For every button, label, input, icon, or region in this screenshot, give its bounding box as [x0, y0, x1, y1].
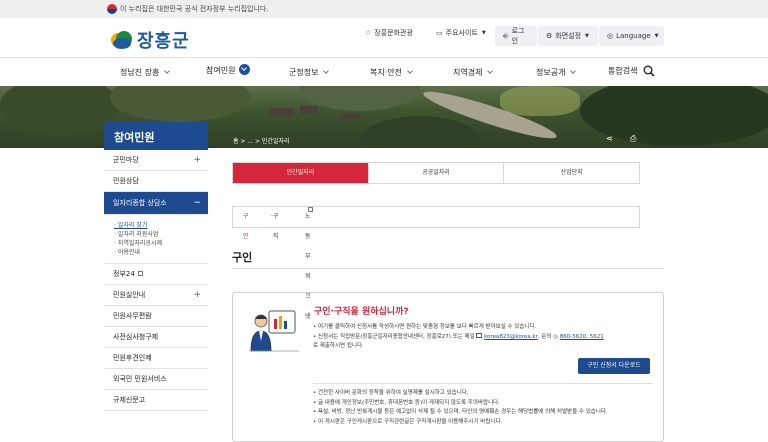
chevron-down-icon — [164, 68, 171, 74]
culture-tour-link[interactable]: ☆ 장흥문화관광 — [365, 28, 413, 38]
divider — [313, 383, 653, 384]
taegukgi-flag-icon — [107, 4, 117, 14]
language-label: Language — [616, 32, 651, 40]
screen-settings-label: 화면설정 — [555, 32, 582, 40]
minus-icon: − — [193, 198, 201, 208]
submenu-item[interactable]: · 지역일자리공시제 — [114, 239, 208, 248]
globe-icon: ◎ — [607, 32, 614, 40]
breadcrumb: 홈 > ... > 민간일자리 — [233, 138, 290, 145]
gov-notice-text: 이 누리집은 대한민국 공식 전자정부 누리집입니다. — [120, 5, 269, 13]
submenu-item-active[interactable]: · 일자리 찾기 — [114, 221, 208, 230]
sidebar-item[interactable]: 외국민 민원서비스 — [104, 369, 208, 390]
notes-list: • 건전한 사이버 문화의 정착을 위하여 실명제를 실시하고 있습니다. • … — [313, 389, 653, 427]
sidebar-item[interactable]: 민원실안내 + — [104, 285, 208, 306]
culture-tour-label: 장흥문화관광 — [374, 29, 413, 37]
plus-icon: + — [193, 155, 201, 165]
site-header: 장흥군 ☆ 장흥문화관광 ▭ 주요사이트 ▼ ⎆ 로그인 ⚙ 화면설정 ▼ ◎ … — [0, 18, 768, 58]
nav-item[interactable]: 군정정보 — [289, 67, 330, 78]
nav-item-active[interactable]: 참여민원 — [206, 64, 251, 76]
box-title: 구인·구직을 원하십니까? — [314, 307, 409, 317]
info-bullet: • 신청서는 직접방문(장흥군일자리종합안내센터, 장흥로27) 또는 메일 k… — [313, 332, 604, 349]
chevron-down-circle-icon — [239, 64, 251, 75]
banner-field — [500, 86, 580, 116]
monitor-icon: ▭ — [436, 29, 443, 37]
job-board-illustration-icon — [249, 310, 299, 352]
tab-industrial-complex[interactable]: 산업단지 — [503, 163, 639, 183]
chevron-down-icon — [487, 68, 494, 74]
download-application-button[interactable]: 구인 신청서 다운로드 — [578, 358, 650, 374]
major-sites-label: 주요사이트 — [445, 29, 478, 37]
jangheung-logo-icon — [109, 29, 133, 51]
chevron-down-icon — [407, 68, 413, 74]
site-logo[interactable]: 장흥군 — [109, 27, 190, 53]
sidebar-item[interactable]: 규제신문고 — [104, 390, 208, 411]
tab-private-jobs[interactable]: 민간일자리 — [233, 163, 368, 183]
chevron-down-icon — [323, 68, 330, 74]
share-icon[interactable]: ⋖ — [606, 134, 613, 143]
sidebar-menu: 군민마당 + 민원상담 일자리종합 상담소 − · 일자리 찾기 · 일자리 지원사… — [104, 150, 208, 411]
subtab-job-seek[interactable]: · 구직 — [271, 207, 278, 240]
nav-item[interactable]: 지역경제 — [453, 67, 494, 78]
caret-down-icon: ▼ — [654, 33, 659, 39]
note-item: • 이 게시판은 구인게시판으로 구직관련글은 구직게시판을 이용해주시기 바랍… — [313, 418, 503, 425]
chevron-down-icon — [570, 68, 577, 74]
screen-settings-dropdown[interactable]: ⚙ 화면설정 ▼ — [538, 26, 598, 46]
sidebar-item[interactable]: 민원상담 — [104, 171, 208, 192]
login-label: 로그인 — [511, 27, 525, 45]
email-link[interactable]: korea823@korea.kr — [484, 334, 538, 340]
note-item: • 글 내용에 개인정보(주민번호, 휴대폰번호 등)이 게재되지 않도록 주의… — [313, 399, 500, 406]
external-link-icon — [308, 207, 313, 212]
star-icon: ☆ — [365, 29, 372, 37]
info-bullet: • 여기를 클릭하여 신청서를 작성하시면 원하는 맞춤형 정보를 보다 빠르게… — [313, 324, 537, 330]
content-tabs: 민간일자리 공공일자리 산업단지 — [232, 162, 640, 184]
nav-item[interactable]: 정보공개 — [536, 67, 577, 78]
plus-icon: + — [193, 290, 201, 300]
note-item: • 건전한 사이버 문화의 정착을 위하여 실명제를 실시하고 있습니다. — [313, 390, 469, 396]
note-item: • 욕설, 비방, 정난 반복게시물 등은 예고없이 삭제 될 수 있으며, 타… — [313, 409, 608, 415]
caret-down-icon: ▼ — [481, 30, 486, 36]
login-icon: ⎆ — [503, 31, 509, 40]
gear-icon: ⚙ — [546, 32, 553, 40]
print-icon[interactable]: ⎙ — [630, 134, 636, 144]
phone-link[interactable]: 860-5620, 5621 — [560, 334, 604, 340]
integrated-search-button[interactable]: 통합검색 — [608, 65, 655, 77]
sidebar-submenu: · 일자리 찾기 · 일자리 지원사업 · 지역일자리공시제 · 이용안내 — [104, 215, 208, 264]
gov-notice-bar: 이 누리집은 대한민국 공식 전자정부 누리집입니다. — [0, 0, 768, 18]
language-dropdown[interactable]: ◎ Language ▼ — [599, 26, 664, 46]
sub-tabs: · 구인 · 구직 노동부워크넷 — [232, 206, 640, 320]
main-navigation: 정남진 장흥 참여민원 군정정보 복지·안전 지역경제 정보공개 통합검색 — [0, 58, 768, 86]
search-icon — [643, 65, 655, 77]
major-sites-dropdown[interactable]: ▭ 주요사이트 ▼ — [436, 28, 486, 38]
caret-down-icon: ▼ — [585, 33, 589, 39]
page-title: 구인 — [232, 251, 253, 264]
recruit-info-box: 구인·구직을 원하십니까? • 여기를 클릭하여 신청서를 작성하시면 원하는 … — [232, 292, 664, 442]
sidebar-item-active[interactable]: 일자리종합 상담소 − — [104, 192, 208, 215]
nav-item[interactable]: 복지·안전 — [370, 67, 413, 78]
submenu-item[interactable]: · 이용안내 — [114, 248, 208, 257]
login-button[interactable]: ⎆ 로그인 — [495, 26, 537, 46]
sidebar-item[interactable]: 민원후견인제 — [104, 348, 208, 369]
logo-text: 장흥군 — [137, 31, 190, 52]
external-link-icon — [137, 271, 143, 276]
phone-icon: ◎ — [553, 333, 559, 340]
info-list: • 여기를 클릭하여 신청서를 작성하시면 원하는 맞춤형 정보를 보다 빠르게… — [313, 323, 653, 352]
mail-icon — [476, 332, 483, 338]
sidebar-item[interactable]: 민원사무편람 — [104, 306, 208, 327]
submenu-item[interactable]: · 일자리 지원사업 — [114, 230, 208, 239]
tab-public-jobs[interactable]: 공공일자리 — [367, 163, 504, 183]
sidebar-item[interactable]: 정부24 — [104, 264, 208, 285]
sidebar-item[interactable]: 사전심사청구제 — [104, 327, 208, 348]
section-title: 참여민원 — [104, 122, 208, 150]
nav-item[interactable]: 정남진 장흥 — [120, 67, 171, 78]
divider — [232, 268, 664, 269]
sidebar-item[interactable]: 군민마당 + — [104, 150, 208, 171]
